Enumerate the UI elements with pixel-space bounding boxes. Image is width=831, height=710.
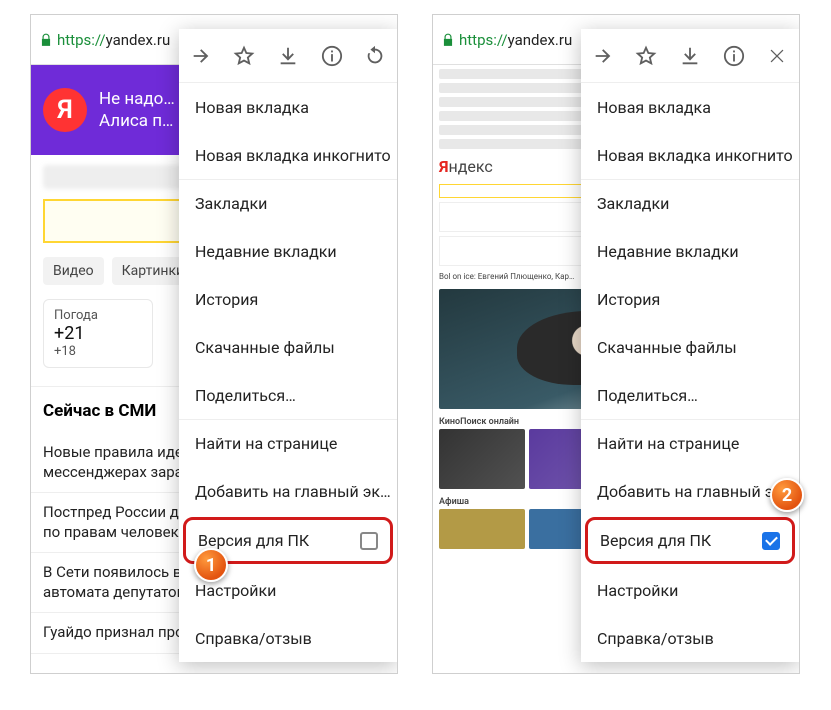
info-icon[interactable] [723, 45, 745, 67]
menu-new-incognito[interactable]: Новая вкладка инкогнито [179, 131, 397, 179]
menu-desktop-site-label: Версия для ПК [600, 531, 711, 550]
url-host: yandex.ru [508, 31, 573, 49]
refresh-icon[interactable] [364, 45, 386, 67]
menu-share[interactable]: Поделиться… [581, 371, 799, 419]
thumb[interactable] [439, 509, 525, 549]
browser-menu: Новая вкладка Новая вкладка инкогнито За… [581, 29, 799, 662]
menu-history[interactable]: История [179, 275, 397, 323]
desktop-site-checkbox[interactable] [762, 532, 780, 550]
menu-find[interactable]: Найти на странице [581, 419, 799, 467]
weather-widget[interactable]: Погода +21 +18 [43, 299, 153, 368]
mini-blur [439, 69, 585, 79]
url-protocol: https:// [459, 31, 508, 49]
lock-icon [39, 33, 53, 47]
menu-add-home[interactable]: Добавить на главный эк… [179, 467, 397, 515]
menu-find[interactable]: Найти на странице [179, 419, 397, 467]
url-host: yandex.ru [106, 31, 171, 49]
menu-history[interactable]: История [581, 275, 799, 323]
screenshot-right: https://yandex.ru ЯЯндексндекс Bol on ic… [432, 14, 800, 674]
download-icon[interactable] [277, 45, 299, 67]
poster[interactable] [439, 429, 525, 489]
lock-icon [441, 33, 455, 47]
info-icon[interactable] [321, 45, 343, 67]
menu-toolbar [581, 29, 799, 83]
menu-new-tab[interactable]: Новая вкладка [179, 83, 397, 131]
close-icon[interactable] [766, 45, 788, 67]
menu-desktop-site-label: Версия для ПК [198, 531, 309, 550]
menu-settings[interactable]: Настройки [581, 566, 799, 614]
url-protocol: https:// [57, 31, 106, 49]
menu-help[interactable]: Справка/отзыв [581, 614, 799, 662]
forward-icon[interactable] [190, 45, 212, 67]
step-badge-1: 1 [194, 548, 228, 582]
menu-share[interactable]: Поделиться… [179, 371, 397, 419]
menu-bookmarks[interactable]: Закладки [581, 179, 799, 227]
desktop-site-checkbox[interactable] [360, 532, 378, 550]
download-icon[interactable] [679, 45, 701, 67]
step-badge-2: 2 [770, 478, 804, 512]
menu-downloads[interactable]: Скачанные файлы [179, 323, 397, 371]
menu-toolbar [179, 29, 397, 83]
weather-t1: +21 [54, 323, 142, 344]
menu-new-incognito[interactable]: Новая вкладка инкогнито [581, 131, 799, 179]
menu-recent-tabs[interactable]: Недавние вкладки [581, 227, 799, 275]
menu-bookmarks[interactable]: Закладки [179, 179, 397, 227]
forward-icon[interactable] [592, 45, 614, 67]
menu-add-home[interactable]: Добавить на главный эк… [581, 467, 799, 515]
menu-new-tab[interactable]: Новая вкладка [581, 83, 799, 131]
weather-t2: +18 [54, 344, 142, 359]
menu-desktop-site[interactable]: Версия для ПК [585, 517, 795, 564]
bookmark-icon[interactable] [233, 45, 255, 67]
promo-text: Не надо… Алиса п… [99, 88, 175, 132]
tab-video[interactable]: Видео [43, 257, 104, 285]
menu-help[interactable]: Справка/отзыв [179, 614, 397, 662]
bookmark-icon[interactable] [635, 45, 657, 67]
menu-downloads[interactable]: Скачанные файлы [581, 323, 799, 371]
weather-title: Погода [54, 308, 142, 323]
menu-recent-tabs[interactable]: Недавние вкладки [179, 227, 397, 275]
yandex-logo: Я [43, 88, 87, 132]
